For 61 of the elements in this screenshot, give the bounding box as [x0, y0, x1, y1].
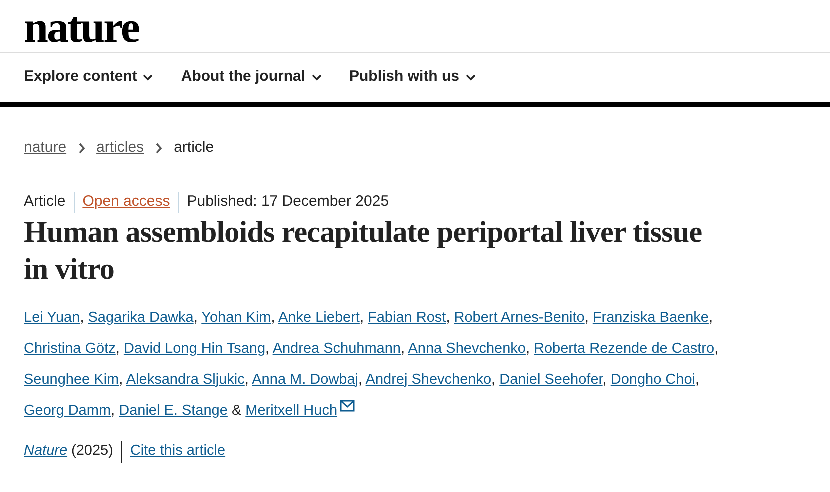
journal-link[interactable]: Nature — [24, 440, 68, 462]
author-link[interactable]: Fabian Rost — [368, 310, 446, 326]
author-separator: , — [360, 310, 364, 326]
article-type: Article — [24, 192, 66, 212]
author-link[interactable]: Anna Shevchenko — [408, 340, 526, 356]
breadcrumb-link[interactable]: nature — [24, 136, 67, 160]
author-separator: , — [708, 310, 713, 326]
author-separator: , — [116, 340, 120, 356]
author-link[interactable]: Robert Arnes-Benito — [454, 310, 585, 326]
author-link[interactable]: Andrea Schuhmann — [272, 340, 401, 356]
author-link[interactable]: Meritxell Huch — [246, 402, 338, 418]
publish-date: Published: 17 December 2025 — [187, 192, 390, 212]
breadcrumb-current: article — [174, 138, 214, 158]
caret-icon — [312, 74, 322, 81]
author-separator: , — [400, 340, 406, 356]
author-link[interactable]: Christina Götz — [24, 340, 116, 356]
author-link[interactable]: Andrej Shevchenko — [366, 372, 492, 388]
author-separator: , — [492, 372, 496, 388]
author-separator: , — [526, 340, 530, 356]
caret-icon — [143, 74, 154, 81]
author-link[interactable]: Franziska Baenke — [592, 310, 709, 326]
author-link[interactable]: Lei Yuan — [24, 310, 80, 326]
publication-year: (2025) — [72, 442, 114, 461]
author-link[interactable]: Seunghee Kim — [24, 372, 120, 388]
author-separator: , — [714, 340, 719, 356]
chevron-icon — [154, 142, 164, 154]
author-separator: , — [358, 372, 363, 388]
author-separator: , — [266, 340, 270, 356]
author-separator: , — [446, 310, 450, 326]
author-separator: , — [80, 310, 84, 326]
breadcrumb-link[interactable]: articles — [96, 136, 144, 160]
author-link[interactable]: Dongho Choi — [610, 372, 696, 388]
author-separator: , — [602, 372, 607, 388]
article-title: Human assembloids recapitulate periportal liver tissue in vitro — [23, 214, 704, 288]
author-separator: , — [111, 402, 116, 418]
author-link[interactable]: Daniel Seehofer — [500, 372, 603, 388]
author-separator: , — [584, 310, 589, 326]
nav-menu-button[interactable]: About the journal — [181, 66, 322, 89]
author-link[interactable]: Daniel E. Stange — [119, 402, 228, 418]
author-separator: , — [119, 372, 124, 388]
author-separator: , — [194, 310, 198, 326]
nav-menu-button[interactable]: Publish with us — [350, 66, 476, 89]
author-link[interactable]: Roberta Rezende de Castro — [534, 340, 715, 356]
author-link[interactable]: Sagarika Dawka — [88, 310, 194, 326]
author-separator: , — [696, 372, 700, 388]
caret-icon — [466, 74, 476, 81]
open-access-link[interactable]: Open access — [82, 191, 170, 214]
author-separator: , — [271, 310, 276, 326]
cite-link[interactable]: Cite this article — [130, 440, 226, 462]
author-link[interactable]: Anke Liebert — [278, 310, 360, 326]
site-logo[interactable]: nature — [0, 0, 830, 52]
author-link[interactable]: Yohan Kim — [202, 310, 272, 326]
author-link[interactable]: Georg Damm — [24, 402, 112, 418]
author-link[interactable]: Aleksandra Sljukic — [126, 372, 245, 388]
author-separator: , — [244, 372, 249, 388]
nav-menu-button[interactable]: Explore content — [24, 66, 154, 89]
author-link[interactable]: Anna M. Dowbaj — [252, 372, 359, 388]
author-separator: & — [232, 402, 242, 418]
envelope-icon[interactable] — [340, 400, 355, 412]
chevron-icon — [76, 142, 87, 154]
author-link[interactable]: David Long Hin Tsang — [124, 340, 266, 356]
